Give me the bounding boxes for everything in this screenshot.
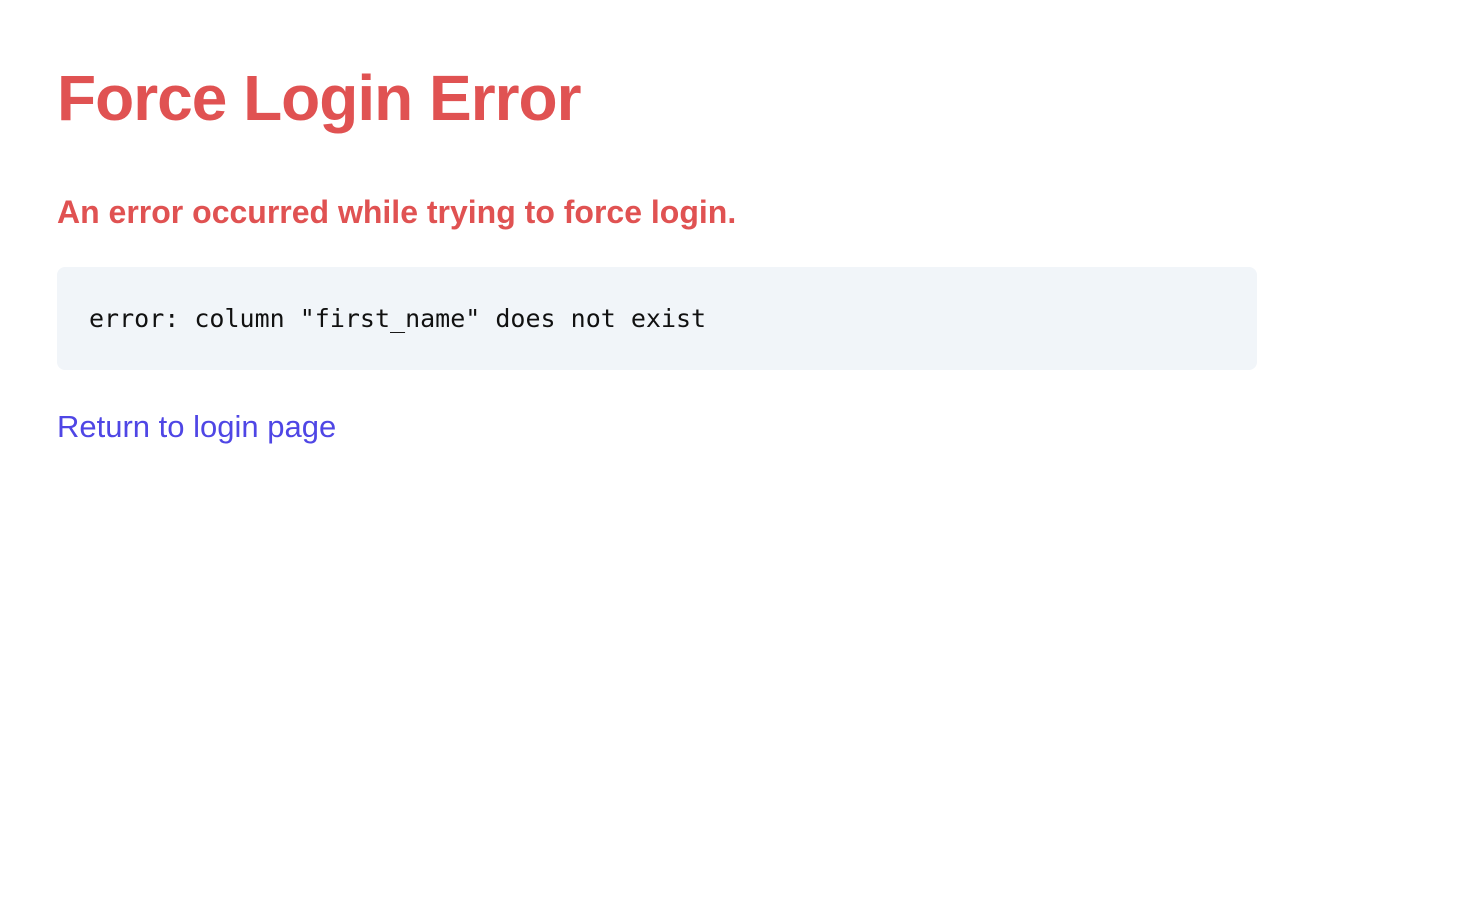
error-message-box: error: column "first_name" does not exis… bbox=[57, 267, 1257, 370]
error-page: Force Login Error An error occurred whil… bbox=[0, 0, 1460, 920]
return-to-login-link[interactable]: Return to login page bbox=[57, 405, 336, 449]
error-message: error: column "first_name" does not exis… bbox=[89, 303, 707, 333]
page-title: Force Login Error bbox=[57, 62, 581, 134]
error-subtitle: An error occurred while trying to force … bbox=[57, 194, 737, 230]
